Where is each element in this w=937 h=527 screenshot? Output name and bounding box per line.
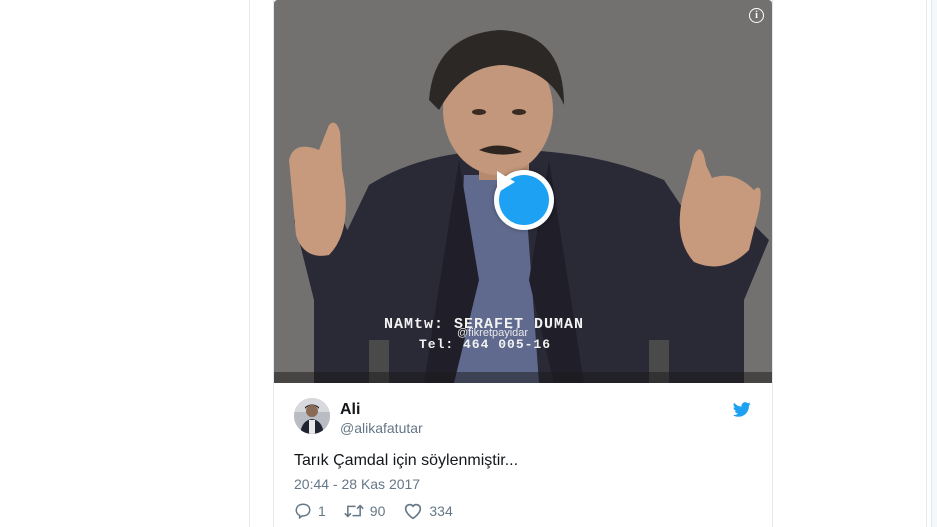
reply-count: 1 (318, 503, 326, 519)
video-caption-phone: Tel: 464 005-16 (419, 337, 552, 352)
author-name[interactable]: Ali (340, 401, 360, 419)
like-button[interactable]: 334 (403, 502, 453, 520)
reply-icon (295, 503, 311, 520)
heart-icon (405, 503, 422, 520)
play-icon (497, 171, 549, 225)
tweet-actions: 1 90 334 (294, 502, 471, 520)
video-player[interactable]: i NAMtw: SERAFET DUMAN @fikretpayidar Te… (274, 0, 772, 383)
author-handle[interactable]: @alikafatutar (340, 420, 423, 436)
tweet-timestamp[interactable]: 20:44 - 28 Kas 2017 (294, 476, 420, 492)
tweet-text: Tarık Çamdal için söylenmiştir... (294, 452, 519, 469)
page-divider-right (926, 0, 927, 527)
retweet-button[interactable]: 90 (344, 502, 386, 520)
like-count: 334 (429, 503, 453, 519)
author-avatar[interactable] (294, 398, 330, 434)
retweet-count: 90 (369, 503, 386, 519)
scrollbar-track[interactable] (931, 0, 937, 527)
twitter-bird-icon[interactable] (732, 402, 751, 422)
info-icon[interactable]: i (749, 8, 764, 23)
retweet-icon (344, 504, 364, 518)
embedded-tweet-card: i NAMtw: SERAFET DUMAN @fikretpayidar Te… (273, 0, 773, 527)
reply-button[interactable]: 1 (294, 502, 326, 520)
page-divider-left (249, 0, 250, 527)
play-button[interactable] (494, 170, 554, 230)
